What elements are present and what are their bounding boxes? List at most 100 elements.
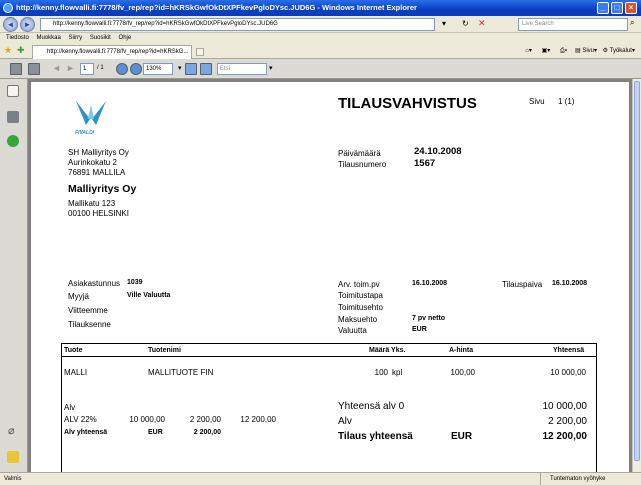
tools-menu-button[interactable]: Työkalut — [610, 48, 632, 54]
row-product-name: MALLITUOTE FIN — [148, 368, 214, 377]
forward-icon[interactable]: ► — [20, 17, 35, 32]
scrollbar-thumb[interactable] — [634, 81, 640, 461]
table-top-border — [61, 343, 597, 344]
seller-label: Myyjä — [68, 292, 89, 301]
home-icon[interactable]: ⌂▾ — [525, 48, 532, 54]
order-date-value: 16.10.2008 — [552, 280, 588, 287]
zoom-select[interactable]: 130% — [143, 63, 173, 75]
fit-width-icon[interactable] — [200, 63, 212, 75]
page-number-input[interactable]: 1 — [80, 63, 94, 75]
recipient-street: Mallikatu 123 — [68, 199, 116, 208]
vat-label: Alv — [64, 403, 76, 412]
menu-bar: Tiedosto Muokkaa Siirry Suosikit Ohje — [0, 33, 641, 43]
signatures-icon[interactable] — [7, 135, 19, 147]
vertical-scrollbar[interactable] — [632, 79, 641, 472]
attachment-icon[interactable]: ⌀ — [8, 424, 15, 437]
your-order-label: Tilauksenne — [68, 320, 111, 329]
feeds-icon[interactable]: ▣▾ — [542, 48, 551, 54]
date-label: Päivämäärä — [338, 149, 381, 158]
favorites-star-icon[interactable]: ★ — [4, 45, 12, 56]
print-icon[interactable]: ⎙▾ — [560, 48, 567, 54]
document-page: FIVALDI TILAUSVAHVISTUS Sivu 1 (1) SH Ma… — [31, 82, 629, 472]
comments-icon[interactable] — [7, 451, 19, 463]
table-left-border — [61, 343, 62, 472]
zoom-out-icon[interactable] — [116, 63, 128, 75]
zoom-dropdown-icon[interactable]: ▾ — [178, 64, 182, 72]
bookmarks-icon[interactable] — [7, 111, 19, 123]
minimize-icon[interactable]: _ — [597, 2, 609, 14]
vat-base: 10 000,00 — [129, 415, 165, 424]
vat-amount: 2 200,00 — [189, 415, 221, 424]
dropdown-icon[interactable]: ▾ — [442, 19, 446, 28]
order-number-label: Tilausnumero — [338, 160, 387, 169]
vat-total-label: Alv yhteensä — [64, 429, 108, 436]
table-right-border — [596, 343, 597, 472]
close-icon[interactable]: × — [625, 2, 637, 14]
currency-label: Valuutta — [338, 326, 367, 335]
order-total-value: 12 200,00 — [542, 431, 588, 442]
next-page-icon[interactable]: ► — [66, 63, 75, 73]
sum-excl-vat-value: 10 000,00 — [542, 401, 588, 412]
col-header-quantity-unit: Määrä Yks. — [369, 347, 406, 354]
status-divider — [540, 473, 541, 485]
stop-icon[interactable]: ✕ — [478, 18, 486, 29]
our-reference-label: Viitteemme — [68, 306, 108, 315]
back-icon[interactable]: ◄ — [3, 17, 18, 32]
find-input[interactable]: Etsi — [217, 63, 267, 75]
search-input[interactable]: Live Search — [518, 18, 628, 31]
prev-page-icon[interactable]: ◄ — [52, 63, 61, 73]
menu-item-siirry[interactable]: Siirry — [69, 35, 83, 41]
pdf-side-panel: ⌀ — [0, 79, 28, 472]
new-tab-icon[interactable] — [196, 48, 204, 56]
address-input[interactable]: http://kenny.flowvalli.fi:7778/fv_rep/re… — [40, 18, 435, 31]
window-title: http://kenny.flowvalli.fi:7778/fv_rep/re… — [16, 3, 417, 12]
status-text: Valmis — [4, 476, 22, 482]
order-total-currency: EUR — [451, 431, 473, 442]
recipient-city: 00100 HELSINKI — [68, 209, 129, 218]
page-count: / 1 — [97, 65, 104, 71]
row-quantity: 100 — [374, 368, 388, 377]
col-header-product-name: Tuotenimi — [148, 347, 181, 354]
sender-name: SH Malliyritys Oy — [68, 148, 129, 157]
tools-gear-icon: ⚙ — [602, 48, 609, 54]
order-date-label: Tilauspaiva — [502, 280, 543, 289]
col-header-product: Tuote — [64, 347, 83, 354]
page-menu-button[interactable]: Sivu — [582, 48, 594, 54]
pdf-toolbar: ◄ ► 1 / 1 130% ▾ Etsi ▾ — [0, 59, 641, 79]
find-dropdown-icon[interactable]: ▾ — [269, 64, 273, 72]
maximize-icon[interactable]: □ — [611, 2, 623, 14]
payment-terms-value: 7 pv netto — [412, 315, 446, 322]
pages-icon[interactable] — [7, 85, 19, 97]
date-value: 24.10.2008 — [414, 146, 462, 157]
refresh-icon[interactable]: ↻ — [462, 19, 469, 28]
vat-total: 12 200,00 — [240, 415, 276, 424]
row-product: MALLI — [64, 368, 88, 377]
order-total-label: Tilaus yhteensä — [338, 431, 413, 442]
order-number-value: 1567 — [414, 158, 436, 169]
currency-value: EUR — [412, 326, 427, 333]
fit-page-icon[interactable] — [185, 63, 197, 75]
save-icon[interactable] — [28, 63, 40, 75]
window-titlebar: http://kenny.flowvalli.fi:7778/fv_rep/re… — [0, 0, 641, 16]
menu-item-ohje[interactable]: Ohje — [119, 35, 132, 41]
vat-total-value: 2 200,00 — [193, 429, 221, 436]
sender-city: 76891 MALLILA — [68, 168, 126, 177]
col-header-unit-price: A-hinta — [449, 347, 474, 354]
menu-item-muokkaa[interactable]: Muokkaa — [36, 35, 60, 41]
tab-bar: ★ ✚ http://kenny.flowvalli.fi:7778/fv_re… — [0, 43, 641, 59]
delivery-date-value: 16.10.2008 — [412, 280, 448, 287]
document-title: TILAUSVAHVISTUS — [338, 95, 477, 112]
vat-rate: ALV 22% — [64, 415, 97, 424]
delivery-date-label: Arv. toim.pv — [338, 280, 380, 289]
fivaldi-logo-icon — [76, 101, 106, 125]
logo-text: FIVALDI — [75, 130, 95, 136]
document-area: FIVALDI TILAUSVAHVISTUS Sivu 1 (1) SH Ma… — [28, 79, 632, 472]
zoom-in-icon[interactable] — [130, 63, 142, 75]
customer-id-value: 1039 — [127, 279, 143, 286]
tab-current[interactable]: http://kenny.flowvalli.fi:7778/fv_rep/re… — [32, 45, 192, 59]
search-icon[interactable]: ⌕ — [630, 18, 634, 28]
add-favorite-icon[interactable]: ✚ — [17, 45, 25, 56]
print-icon[interactable] — [10, 63, 22, 75]
menu-item-tiedosto[interactable]: Tiedosto — [6, 35, 29, 41]
menu-item-suosikit[interactable]: Suosikit — [90, 35, 111, 41]
